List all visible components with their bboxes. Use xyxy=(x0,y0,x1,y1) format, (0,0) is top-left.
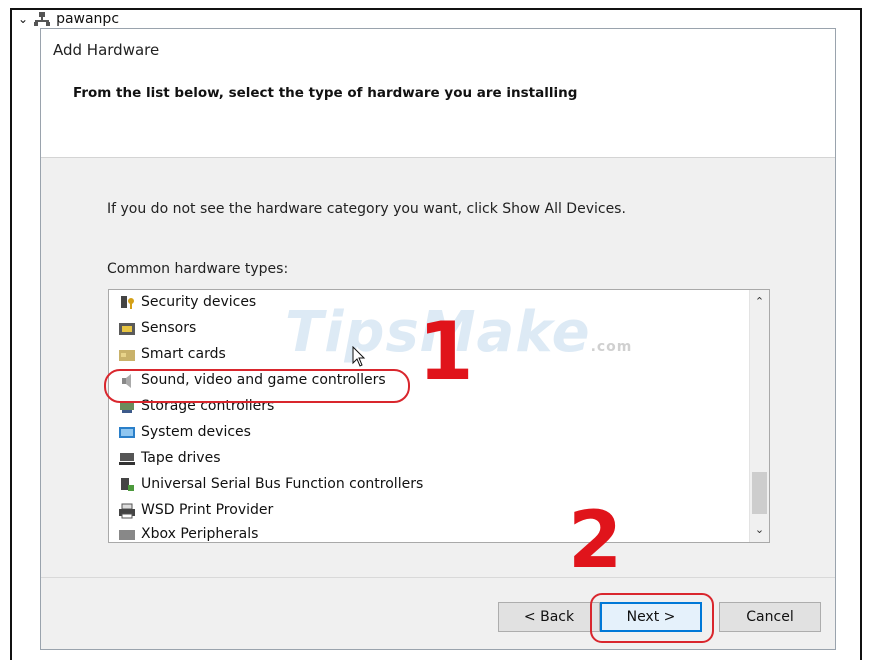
tape-drive-icon xyxy=(119,451,135,465)
list-item[interactable]: Tape drives xyxy=(119,446,221,470)
xbox-icon xyxy=(119,527,135,541)
list-item[interactable]: Sensors xyxy=(119,316,196,340)
scroll-down-icon[interactable]: ⌄ xyxy=(750,520,769,540)
printer-icon xyxy=(119,503,135,519)
annotation-highlight-step1 xyxy=(104,369,410,403)
frame-border-right xyxy=(860,8,862,660)
list-label: Common hardware types: xyxy=(107,261,289,277)
scrollbar-thumb[interactable] xyxy=(752,472,767,514)
annotation-step-number-2: 2 xyxy=(568,496,623,586)
list-item-label: Smart cards xyxy=(141,346,226,362)
computer-network-icon xyxy=(34,12,51,26)
chevron-down-icon[interactable]: ⌄ xyxy=(18,12,28,26)
list-item[interactable]: Universal Serial Bus Function controller… xyxy=(119,472,423,496)
list-item-label: Sensors xyxy=(141,320,197,336)
list-item[interactable]: WSD Print Provider xyxy=(119,498,273,522)
dialog-title: Add Hardware xyxy=(53,41,160,59)
frame-border-left xyxy=(10,8,12,660)
hint-text: If you do not see the hardware category … xyxy=(107,201,626,217)
list-item-label: WSD Print Provider xyxy=(141,502,274,518)
list-item[interactable]: Smart cards xyxy=(119,342,226,366)
system-device-icon xyxy=(119,425,135,439)
list-item-label: System devices xyxy=(141,424,251,440)
footer-divider xyxy=(41,577,835,578)
list-item[interactable]: System devices xyxy=(119,420,251,444)
usb-icon xyxy=(119,477,135,491)
smart-card-icon xyxy=(119,347,135,361)
annotation-step-number-1: 1 xyxy=(418,305,474,398)
sensor-icon xyxy=(119,321,135,335)
wizard-subtitle: From the list below, select the type of … xyxy=(73,85,578,101)
list-item[interactable]: Security devices xyxy=(119,290,256,314)
mouse-cursor-icon xyxy=(352,346,366,367)
tree-node-label: pawanpc xyxy=(56,11,120,27)
security-key-icon xyxy=(119,295,135,309)
device-tree-root[interactable]: ⌄ pawanpc xyxy=(18,10,119,28)
annotation-highlight-step2 xyxy=(590,593,714,643)
list-item-label: Xbox Peripherals xyxy=(141,526,259,542)
cancel-button[interactable]: Cancel xyxy=(719,602,821,632)
list-item-label: Universal Serial Bus Function controller… xyxy=(141,476,424,492)
scroll-up-icon[interactable]: ⌃ xyxy=(750,292,769,312)
list-item-label: Tape drives xyxy=(141,450,221,466)
back-button[interactable]: < Back xyxy=(498,602,600,632)
wizard-header: Add Hardware From the list below, select… xyxy=(41,29,835,158)
list-scrollbar[interactable]: ⌃ ⌄ xyxy=(749,290,769,542)
list-item[interactable]: Xbox Peripherals xyxy=(119,522,259,542)
frame-border-top xyxy=(10,8,862,10)
list-item-label: Security devices xyxy=(141,294,257,310)
